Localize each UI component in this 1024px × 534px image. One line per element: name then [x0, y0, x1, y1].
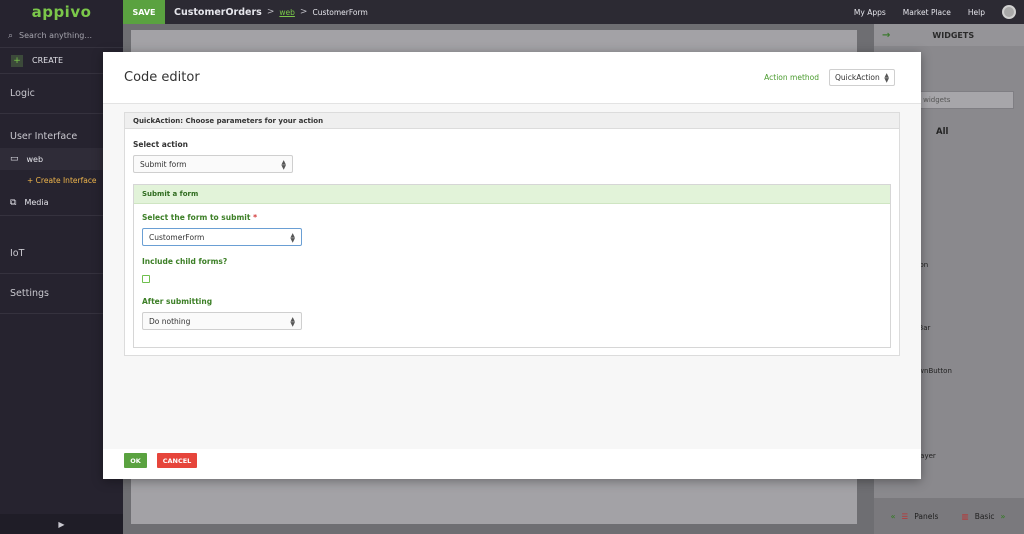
sidebar-search[interactable]: ⌕ Search anything...: [0, 24, 123, 48]
breadcrumb: CustomerOrders > web > CustomerForm: [174, 7, 368, 18]
select-form-label: Select the form to submit *: [142, 213, 257, 222]
widgets-title: WIDGETS: [932, 30, 975, 40]
breadcrumb-separator: >: [299, 7, 308, 17]
panels-label: Panels: [914, 511, 939, 521]
sort-arrows-icon: ▲ ▼: [281, 159, 286, 171]
create-label: CREATE: [32, 56, 63, 65]
chevron-right-icon: »: [1000, 511, 1006, 521]
media-icon: ⧉: [10, 197, 17, 208]
widgets-header: → WIDGETS: [874, 24, 1024, 46]
breadcrumb-app[interactable]: CustomerOrders: [174, 7, 262, 18]
play-icon: ▶: [58, 519, 65, 529]
action-method-value: QuickAction: [835, 73, 880, 82]
top-bar: SAVE CustomerOrders > web > CustomerForm…: [123, 0, 1024, 24]
breadcrumb-page: CustomerForm: [312, 7, 368, 17]
widgets-all-tab[interactable]: All: [936, 127, 948, 137]
monitor-icon: ▭: [10, 154, 19, 164]
sort-arrows-icon: ▲ ▼: [290, 232, 295, 244]
quickaction-panel: QuickAction: Choose parameters for your …: [124, 112, 900, 356]
quickaction-panel-title: QuickAction: Choose parameters for your …: [125, 113, 899, 129]
basic-category-button[interactable]: ▥ Basic »: [949, 512, 1024, 521]
select-action-value: Submit form: [140, 159, 187, 169]
bar-chart-icon: ▥: [961, 511, 969, 521]
select-form-dropdown[interactable]: CustomerForm ▲ ▼: [142, 228, 302, 246]
market-place-link[interactable]: Market Place: [903, 8, 951, 17]
breadcrumb-separator: >: [266, 7, 275, 17]
widgets-category-bar: « ☰ Panels ▥ Basic »: [874, 498, 1024, 534]
sidebar-item-label: Media: [24, 198, 49, 207]
list-icon: ☰: [901, 511, 909, 521]
top-nav: My Apps Market Place Help: [854, 5, 1024, 19]
sidebar-item-label: Settings: [10, 288, 49, 299]
include-child-label: Include child forms?: [142, 257, 228, 266]
sort-arrows-icon: ▲ ▼: [290, 316, 295, 328]
sort-arrows-icon: ▲ ▼: [884, 72, 889, 84]
sidebar-item-label: IoT: [10, 248, 25, 259]
sidebar-item-label: Logic: [10, 88, 35, 99]
breadcrumb-web-link[interactable]: web: [279, 8, 295, 17]
action-method-label: Action method: [764, 73, 819, 82]
sidebar-item-label: User Interface: [10, 130, 78, 142]
action-method-select[interactable]: QuickAction ▲ ▼: [829, 69, 895, 86]
submit-form-title: Submit a form: [134, 185, 890, 204]
required-mark: *: [253, 213, 258, 222]
select-action-label: Select action: [133, 140, 188, 149]
chevron-left-icon: «: [890, 511, 896, 521]
search-placeholder: Search anything...: [19, 31, 92, 40]
my-apps-link[interactable]: My Apps: [854, 8, 886, 17]
after-submitting-value: Do nothing: [149, 316, 191, 326]
app-logo: appivo: [31, 3, 92, 21]
plus-icon: +: [11, 54, 23, 67]
avatar[interactable]: [1002, 5, 1016, 19]
panels-category-button[interactable]: « ☰ Panels: [874, 512, 949, 521]
code-editor-dialog: Code editor Action method QuickAction ▲ ▼…: [103, 52, 921, 479]
submit-form-panel: Submit a form Select the form to submit …: [133, 184, 891, 348]
after-submitting-dropdown[interactable]: Do nothing ▲ ▼: [142, 312, 302, 330]
arrow-right-icon[interactable]: →: [882, 30, 890, 41]
select-form-label-text: Select the form to submit: [142, 213, 251, 222]
select-form-value: CustomerForm: [149, 232, 205, 242]
dialog-header: Code editor Action method QuickAction ▲ ▼: [103, 52, 921, 104]
select-action-dropdown[interactable]: Submit form ▲ ▼: [133, 155, 293, 173]
ok-button[interactable]: OK: [124, 453, 147, 468]
cancel-button[interactable]: CANCEL: [157, 453, 197, 468]
save-button[interactable]: SAVE: [123, 0, 165, 24]
widgets-search-input[interactable]: r widgets: [914, 91, 1014, 109]
include-child-checkbox[interactable]: [142, 275, 150, 283]
help-link[interactable]: Help: [968, 8, 985, 17]
dialog-title: Code editor: [124, 70, 200, 85]
sidebar-toggle-button[interactable]: ▶: [0, 514, 123, 534]
sidebar-item-label: web: [26, 154, 44, 164]
after-submitting-label: After submitting: [142, 297, 213, 306]
search-icon: ⌕: [8, 30, 14, 41]
basic-label: Basic: [974, 511, 995, 521]
